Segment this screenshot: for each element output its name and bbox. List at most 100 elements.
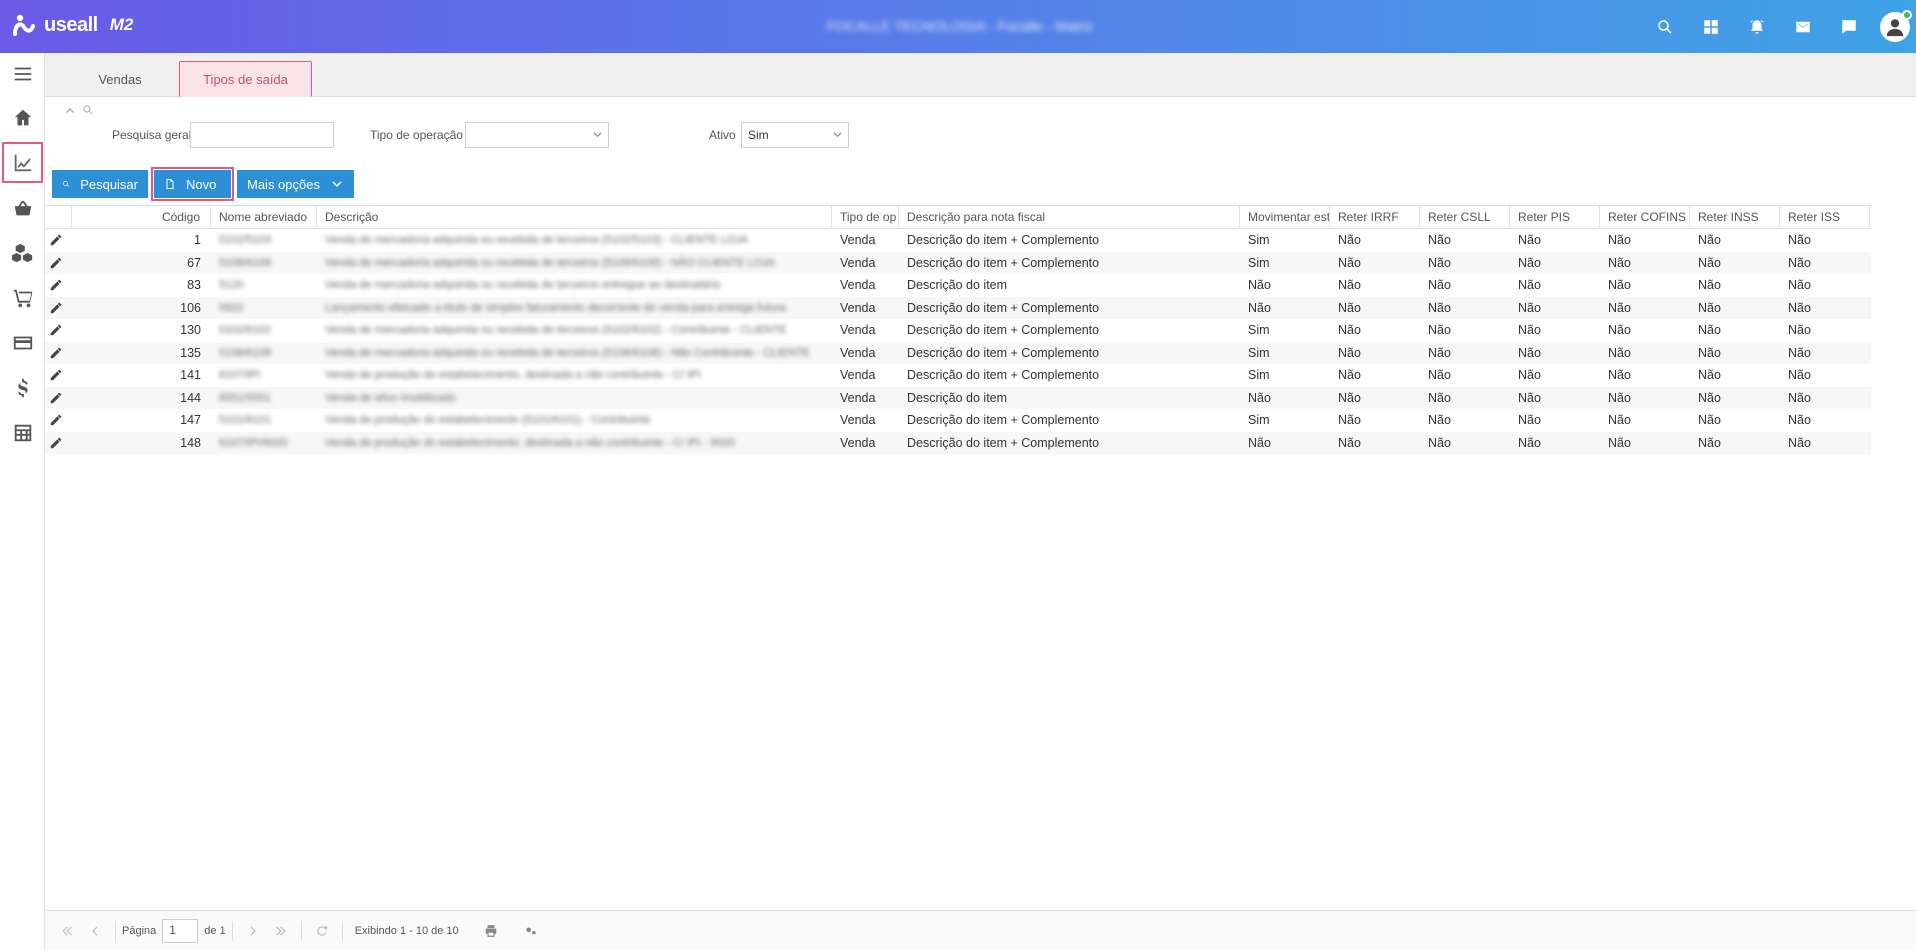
col-descricao[interactable]: Descrição — [317, 206, 832, 229]
chevron-down-icon — [332, 181, 342, 188]
cell-inss: Não — [1698, 435, 1721, 450]
cell-inss: Não — [1698, 255, 1721, 270]
col-movimentar-estoque[interactable]: Movimentar est — [1240, 206, 1330, 229]
table-row[interactable]: 144 6551/5551 Venda de ativo imobilizado Ve… — [45, 386, 1871, 409]
cell-irrf: Não — [1338, 300, 1361, 315]
edit-row-button[interactable] — [45, 252, 72, 274]
operation-type-select[interactable] — [465, 122, 609, 148]
col-codigo[interactable]: Código — [72, 206, 211, 229]
edit-row-button[interactable] — [45, 229, 72, 251]
gears-icon — [525, 927, 536, 934]
cell-csll: Não — [1428, 255, 1451, 270]
user-avatar[interactable] — [1880, 9, 1912, 42]
cell-cofins: Não — [1608, 278, 1631, 292]
grid-settings-button[interactable] — [517, 924, 545, 938]
messages-button[interactable] — [1826, 0, 1872, 53]
tab-bar: Vendas Tipos de saída — [45, 53, 1916, 97]
more-options-label: Mais opções — [247, 176, 320, 192]
search-button[interactable] — [1642, 0, 1688, 53]
menu-toggle[interactable] — [0, 53, 45, 95]
page-number-input[interactable]: 1 — [162, 918, 199, 943]
col-descricao-nf[interactable]: Descrição para nota fiscal — [899, 206, 1240, 229]
edit-row-button[interactable] — [45, 364, 72, 386]
logo[interactable]: useall M2 — [12, 12, 133, 38]
cell-cofins: Não — [1608, 390, 1631, 405]
cell-pis: Não — [1518, 233, 1541, 247]
cell-pis: Não — [1518, 300, 1541, 315]
search-submit-button[interactable]: Pesquisar — [52, 170, 148, 198]
nav-cart[interactable] — [0, 275, 45, 320]
cell-pis: Não — [1518, 435, 1541, 450]
cell-type: Venda — [840, 390, 876, 405]
apps-button[interactable] — [1688, 0, 1734, 53]
prev-page-button[interactable] — [81, 924, 109, 938]
table-row[interactable]: 148 6107/IPI/9020 Venda de produção do est… — [45, 431, 1871, 454]
useall-logo-icon — [13, 14, 35, 36]
cell-type: Venda — [840, 300, 876, 315]
table-row[interactable]: 1 5102/5103 Venda de mercadoria adquirida … — [45, 229, 1871, 252]
edit-row-button[interactable] — [45, 342, 72, 364]
alarm-bell-icon — [1750, 19, 1764, 34]
edit-row-button[interactable] — [45, 297, 72, 319]
edit-row-button[interactable] — [45, 387, 72, 409]
active-select[interactable]: Sim — [741, 122, 849, 148]
table-row[interactable]: 135 5108/6108 Venda de mercadoria adquirid… — [45, 341, 1871, 364]
nav-home[interactable] — [0, 95, 45, 140]
active-value: Sim — [748, 128, 769, 142]
cell-iss: Não — [1788, 390, 1811, 405]
print-button[interactable] — [477, 924, 505, 938]
refresh-button[interactable] — [308, 924, 336, 938]
col-reter-iss[interactable]: Reter ISS — [1780, 206, 1870, 229]
more-options-button[interactable]: Mais opções — [237, 170, 354, 198]
cell-code: 141 — [180, 368, 201, 382]
table-row[interactable]: 141 6107/IPI Venda de produção do estabele… — [45, 364, 1871, 387]
cell-code: 130 — [180, 323, 201, 337]
collapse-chevron-up-icon[interactable] — [64, 104, 76, 116]
nav-finance[interactable] — [0, 320, 45, 365]
pencil-icon — [50, 414, 62, 426]
edit-row-button[interactable] — [45, 274, 72, 296]
table-row[interactable]: 147 5101/6101 Venda de produção do estabel… — [45, 409, 1871, 432]
col-tipo-operacao[interactable]: Tipo de op — [832, 206, 899, 229]
col-reter-irrf[interactable]: Reter IRRF — [1330, 206, 1420, 229]
table-row[interactable]: 67 5108/6108 Venda de mercadoria adquirida… — [45, 251, 1871, 274]
edit-row-button[interactable] — [45, 432, 72, 454]
table-row[interactable]: 106 5922 Lançamento efetuado a título de s… — [45, 296, 1871, 319]
alerts-button[interactable] — [1734, 0, 1780, 53]
col-reter-cofins[interactable]: Reter COFINS — [1600, 206, 1690, 229]
table-row[interactable]: 83 5120 Venda de mercadoria adquirida ou r… — [45, 274, 1871, 297]
col-edit — [45, 206, 72, 229]
edit-row-button[interactable] — [45, 319, 72, 341]
next-page-button[interactable] — [239, 924, 267, 938]
first-page-button[interactable] — [53, 924, 81, 938]
new-button[interactable]: Novo — [151, 167, 234, 201]
last-page-button[interactable] — [267, 924, 295, 938]
cell-iss: Não — [1788, 278, 1811, 292]
cell-type: Venda — [840, 413, 876, 427]
mail-button[interactable] — [1780, 0, 1826, 53]
nav-accounting[interactable] — [0, 410, 45, 455]
nav-money[interactable] — [0, 365, 45, 410]
cell-csll: Não — [1428, 413, 1451, 427]
col-nome-abreviado[interactable]: Nome abreviado — [211, 206, 317, 229]
nav-stock[interactable] — [0, 230, 45, 275]
tab-tipos-de-saida[interactable]: Tipos de saída — [179, 61, 312, 97]
col-reter-pis[interactable]: Reter PIS — [1510, 206, 1600, 229]
cell-iss: Não — [1788, 323, 1811, 337]
tab-vendas[interactable]: Vendas — [65, 61, 175, 97]
cell-irrf: Não — [1338, 435, 1361, 450]
operation-type-label: Tipo de operação — [370, 128, 463, 142]
dollar-icon — [17, 378, 28, 397]
general-search-input[interactable] — [190, 122, 334, 148]
col-reter-csll[interactable]: Reter CSLL — [1420, 206, 1510, 229]
edit-row-button[interactable] — [45, 409, 72, 431]
company-name[interactable]: FOCALLE TECNOLOGIA - Focalle - Matriz — [700, 18, 1220, 34]
cell-desc: Venda de mercadoria adquirida ou recebid… — [325, 234, 749, 246]
nav-sales[interactable] — [0, 140, 45, 185]
cell-desc: Venda de mercadoria adquirida ou recebid… — [325, 279, 721, 291]
col-reter-inss[interactable]: Reter INSS — [1690, 206, 1780, 229]
table-row[interactable]: 130 5102/6102 Venda de mercadoria adquirid… — [45, 319, 1871, 342]
separator — [115, 920, 116, 941]
boxes-icon — [11, 243, 32, 262]
nav-purchases[interactable] — [0, 185, 45, 230]
